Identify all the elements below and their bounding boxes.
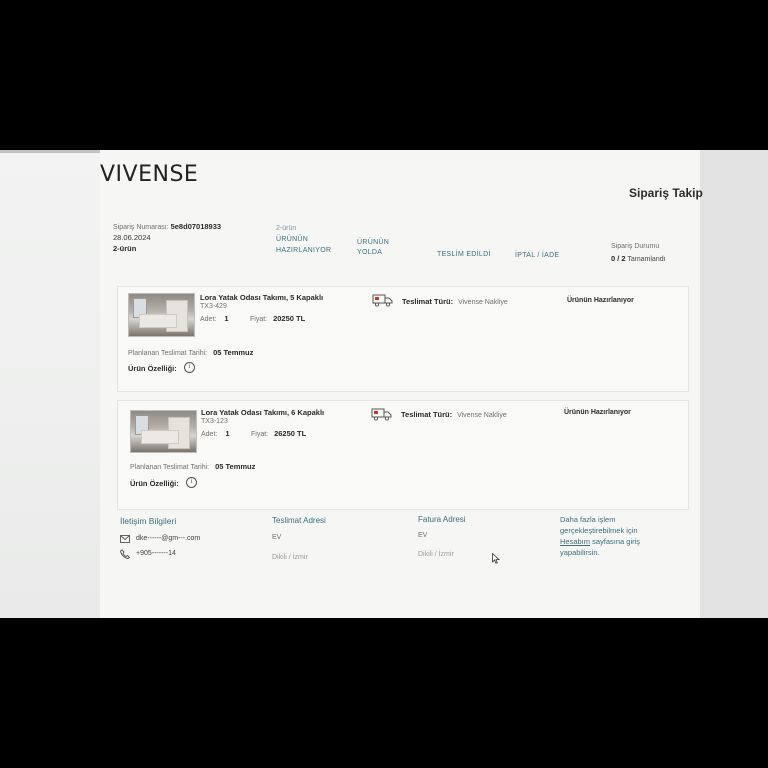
item-status: Ürünün Hazırlanıyor bbox=[564, 409, 631, 416]
price-label: Fiyat: bbox=[250, 316, 268, 323]
brand-logo[interactable]: VIVENSE bbox=[100, 162, 198, 187]
planned-delivery-label: Planlanan Teslimat Tarihi: bbox=[128, 350, 208, 357]
product-features[interactable]: Ürün Özelliği: bbox=[130, 479, 179, 488]
delivery-type: Teslimat Türü: Vivense Nakliye bbox=[401, 410, 507, 419]
truck-icon bbox=[371, 408, 392, 421]
account-note-line3: Hesabım sayfasına giriş bbox=[560, 536, 640, 547]
page-margin bbox=[700, 150, 768, 618]
order-number-label: Sipariş Numarası: bbox=[113, 224, 169, 231]
price-value: 20250 TL bbox=[273, 314, 306, 323]
delivery-type-value: Vivense Nakliye bbox=[457, 412, 507, 419]
product-features[interactable]: Ürün Özelliği: bbox=[128, 364, 177, 373]
order-status-count: 0 / 2 bbox=[611, 254, 626, 263]
planned-delivery-date: 05 Temmuz bbox=[215, 462, 256, 471]
stage-delivered[interactable]: TESLİM EDİLDİ bbox=[437, 251, 491, 258]
product-qty: Adet: 1 bbox=[200, 314, 228, 323]
stage-cancel-return[interactable]: İPTAL / İADE bbox=[515, 252, 559, 259]
price-value: 26250 TL bbox=[274, 429, 307, 438]
invoice-address-type: EV bbox=[418, 532, 428, 539]
account-note-line4: yapabilirsin. bbox=[560, 548, 600, 557]
account-note: Daha fazla işlem gerçekleştirebilmek içi… bbox=[560, 514, 640, 558]
contact-phone: +905-------14 bbox=[136, 550, 176, 557]
product-price: Fiyat: 26250 TL bbox=[251, 429, 306, 438]
cursor-icon bbox=[492, 553, 500, 564]
delivery-type-label: Teslimat Türü: bbox=[402, 297, 454, 306]
order-number-row: Sipariş Numarası: 5e8d07018933 bbox=[113, 222, 221, 231]
qty-value: 1 bbox=[224, 314, 229, 323]
planned-delivery-date: 05 Temmuz bbox=[213, 348, 254, 357]
product-image[interactable] bbox=[130, 410, 197, 453]
product-image[interactable] bbox=[128, 293, 195, 337]
product-sku: TX3-429 bbox=[200, 303, 227, 310]
stage-preparing-count: 2-ürün bbox=[276, 225, 297, 232]
product-name[interactable]: Lora Yatak Odası Takımı, 6 Kapaklı bbox=[201, 408, 324, 417]
planned-delivery: Planlanan Teslimat Tarihi: 05 Temmuz bbox=[130, 462, 255, 471]
order-status-text: Tamamlandı bbox=[627, 256, 666, 263]
stage-shipping-line1[interactable]: ÜRÜNÜN bbox=[357, 239, 389, 246]
delivery-address-type: EV bbox=[272, 534, 282, 541]
order-status-value: 0 / 2 Tamamlandı bbox=[611, 254, 666, 263]
stage-shipping-line2[interactable]: YOLDA bbox=[357, 249, 382, 256]
qty-value: 1 bbox=[225, 429, 230, 438]
order-date: 28.06.2024 bbox=[113, 233, 151, 242]
account-note-line1: Daha fazla işlem bbox=[560, 515, 616, 524]
contact-email: dke------@gm---.com bbox=[136, 535, 201, 542]
stage-preparing-line1[interactable]: ÜRÜNÜN bbox=[276, 236, 308, 243]
invoice-address-title: Fatura Adresi bbox=[418, 515, 466, 524]
item-status: Ürünün Hazırlanıyor bbox=[567, 297, 634, 304]
page-title: Sipariş Takip bbox=[629, 186, 703, 200]
delivery-type: Teslimat Türü: Vivense Nakliye bbox=[402, 297, 508, 306]
truck-icon bbox=[372, 294, 393, 307]
invoice-address-city: Dikili / İzmir bbox=[418, 551, 454, 558]
product-price: Fiyat: 20250 TL bbox=[250, 314, 305, 323]
order-item-count: 2-ürün bbox=[113, 244, 137, 253]
product-sku: TX3-123 bbox=[201, 418, 228, 425]
delivery-type-value: Vivense Nakliye bbox=[458, 299, 508, 306]
mail-icon bbox=[120, 535, 130, 543]
info-icon[interactable]: i bbox=[184, 362, 195, 373]
screen: VIVENSE Sipariş Takip Sipariş Numarası: … bbox=[0, 150, 768, 618]
delivery-address-title: Teslimat Adresi bbox=[272, 516, 326, 525]
planned-delivery: Planlanan Teslimat Tarihi: 05 Temmuz bbox=[128, 348, 253, 357]
stage-preparing-line2[interactable]: HAZIRLANIYOR bbox=[276, 247, 331, 254]
order-number: 5e8d07018933 bbox=[170, 222, 222, 231]
info-icon[interactable]: i bbox=[186, 477, 197, 488]
product-qty: Adet: 1 bbox=[201, 429, 229, 438]
delivery-address-city: Dikili / İzmir bbox=[272, 554, 308, 561]
order-status-label: Sipariş Durumu bbox=[611, 243, 660, 250]
qty-label: Adet: bbox=[201, 431, 218, 438]
price-label: Fiyat: bbox=[251, 431, 269, 438]
qty-label: Adet: bbox=[200, 316, 217, 323]
phone-icon bbox=[120, 549, 130, 559]
planned-delivery-label: Planlanan Teslimat Tarihi: bbox=[130, 464, 210, 471]
product-name[interactable]: Lora Yatak Odası Takımı, 5 Kapaklı bbox=[200, 293, 323, 302]
account-note-line2: gerçekleştirebilmek için bbox=[560, 526, 638, 535]
contact-title: İletişim Bilgileri bbox=[120, 516, 177, 526]
my-account-link[interactable]: Hesabım bbox=[560, 537, 590, 546]
account-note-line3-text: sayfasına giriş bbox=[592, 537, 641, 546]
delivery-type-label: Teslimat Türü: bbox=[401, 410, 453, 419]
